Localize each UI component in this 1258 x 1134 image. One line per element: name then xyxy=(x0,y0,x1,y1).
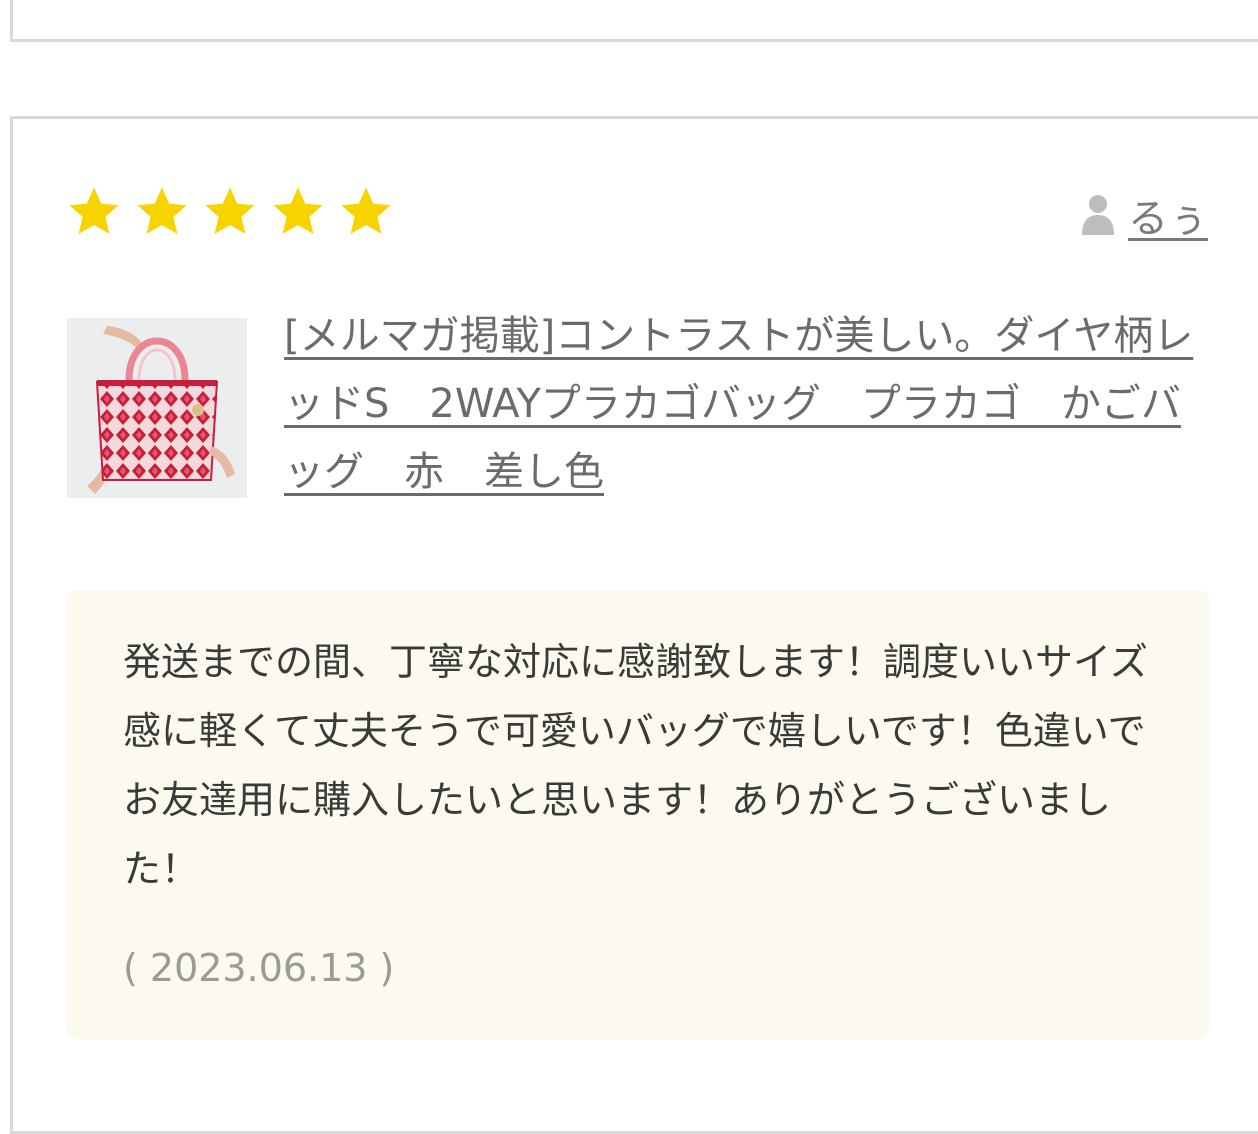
user-icon xyxy=(1080,193,1116,237)
star-icon xyxy=(270,184,338,242)
reviewer-name-link[interactable]: るぅ xyxy=(1128,186,1208,244)
star-rating xyxy=(66,184,406,242)
reviewer[interactable]: るぅ xyxy=(1080,186,1208,244)
previous-review-card xyxy=(10,0,1258,42)
review-comment-box: 発送までの間、丁寧な対応に感謝致します！調度いいサイズ感に軽くて丈夫そうで可愛い… xyxy=(67,590,1209,1039)
review-comment-text: 発送までの間、丁寧な対応に感謝致します！調度いいサイズ感に軽くて丈夫そうで可愛い… xyxy=(123,640,1148,891)
star-icon xyxy=(202,184,270,242)
star-icon xyxy=(338,184,406,242)
star-icon xyxy=(134,184,202,242)
product-title-link[interactable]: [メルマガ掲載]コントラストが美しい。ダイヤ柄レッドS 2WAYプラカゴバッグ … xyxy=(284,302,1194,506)
review-date: ( 2023.06.13 ) xyxy=(123,946,395,990)
product-thumbnail[interactable] xyxy=(67,318,247,498)
star-icon xyxy=(66,184,134,242)
